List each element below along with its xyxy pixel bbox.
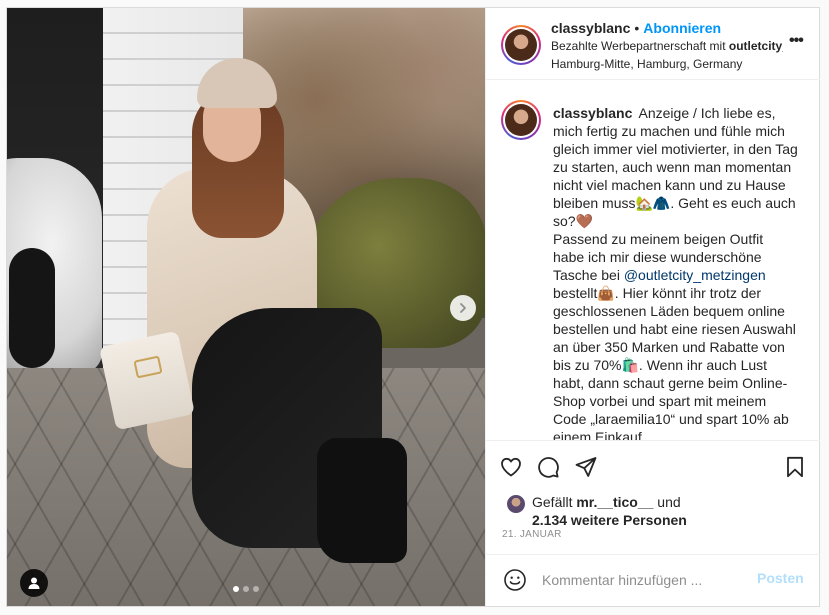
caption-username[interactable]: classyblanc (553, 105, 632, 121)
comment-button[interactable] (534, 453, 562, 481)
smiley-icon (504, 569, 526, 591)
avatar-border (503, 102, 539, 138)
header-title-row: classyblanc • Abonnieren (551, 19, 806, 37)
photo-boot (317, 438, 407, 563)
caption-part-3: bestellt👜. Hier könnt ihr trotz der gesc… (553, 285, 796, 440)
avatar-image (505, 29, 537, 61)
header-info: classyblanc • Abonnieren Bezahlte Werbepar… (551, 19, 806, 72)
caption-part-1: Anzeige / Ich liebe es, mich fertig zu m… (553, 105, 798, 229)
user-tag-icon (28, 577, 40, 589)
comment-input[interactable] (542, 569, 747, 591)
sponsored-prefix: Bezahlte Werbepartnerschaft mit (551, 39, 729, 53)
follow-button[interactable]: Abonnieren (643, 20, 721, 36)
partner-link[interactable]: outletcity_metzingen (729, 39, 783, 53)
avatar-image (505, 104, 537, 136)
likes-connector: und (653, 494, 681, 510)
post-photo[interactable] (7, 8, 485, 606)
sponsored-label: Bezahlte Werbepartnerschaft mit outletci… (551, 38, 783, 54)
caption-text: classyblanc Anzeige / Ich liebe es, mich… (553, 104, 798, 440)
tagged-users-button[interactable] (20, 569, 48, 597)
post-sidebar: classyblanc • Abonnieren Bezahlte Werbepar… (485, 8, 820, 606)
share-icon (575, 457, 597, 477)
comment-form: Posten (486, 554, 820, 606)
bookmark-icon (787, 456, 803, 478)
header-separator: • (634, 20, 640, 36)
photo-handbag (99, 330, 195, 431)
share-button[interactable] (572, 453, 600, 481)
liker-username[interactable]: mr.__tico__ (576, 494, 653, 510)
liker-avatar[interactable] (506, 494, 526, 514)
carousel-dot (233, 586, 239, 592)
post-modal: classyblanc • Abonnieren Bezahlte Werbepar… (6, 7, 820, 607)
photo-car-tire (9, 248, 55, 368)
post-date[interactable]: 21. JANUAR (502, 529, 562, 540)
likes-text: Gefällt mr.__tico__ und (532, 493, 681, 511)
avatar[interactable] (501, 25, 541, 65)
like-button[interactable] (497, 453, 525, 481)
likes-section: Gefällt mr.__tico__ und 2.134 weitere Pe… (486, 492, 820, 532)
avatar-border (503, 27, 539, 63)
emoji-button[interactable] (502, 567, 528, 593)
header-username[interactable]: classyblanc (551, 20, 630, 36)
carousel-dot (243, 586, 249, 592)
action-bar (486, 440, 820, 492)
save-button[interactable] (781, 453, 809, 481)
more-options-icon[interactable]: ••• (789, 33, 804, 49)
carousel-indicator (233, 586, 259, 592)
likes-prefix: Gefällt (532, 494, 577, 510)
chevron-right-icon (460, 303, 466, 313)
location-link[interactable]: Hamburg-Mitte, Hamburg, Germany (551, 56, 806, 72)
likes-count-link[interactable]: 2.134 weitere Personen (532, 511, 687, 529)
caption-mention-link[interactable]: @outletcity_metzingen (624, 267, 766, 283)
post-header: classyblanc • Abonnieren Bezahlte Werbepar… (486, 8, 820, 80)
carousel-next-button[interactable] (450, 295, 476, 321)
carousel-dot (253, 586, 259, 592)
heart-icon (501, 457, 521, 477)
caption-avatar[interactable] (501, 100, 541, 140)
caption-section: classyblanc Anzeige / Ich liebe es, mich… (486, 80, 820, 440)
comment-icon (538, 457, 559, 478)
post-comment-button[interactable]: Posten (757, 570, 804, 586)
